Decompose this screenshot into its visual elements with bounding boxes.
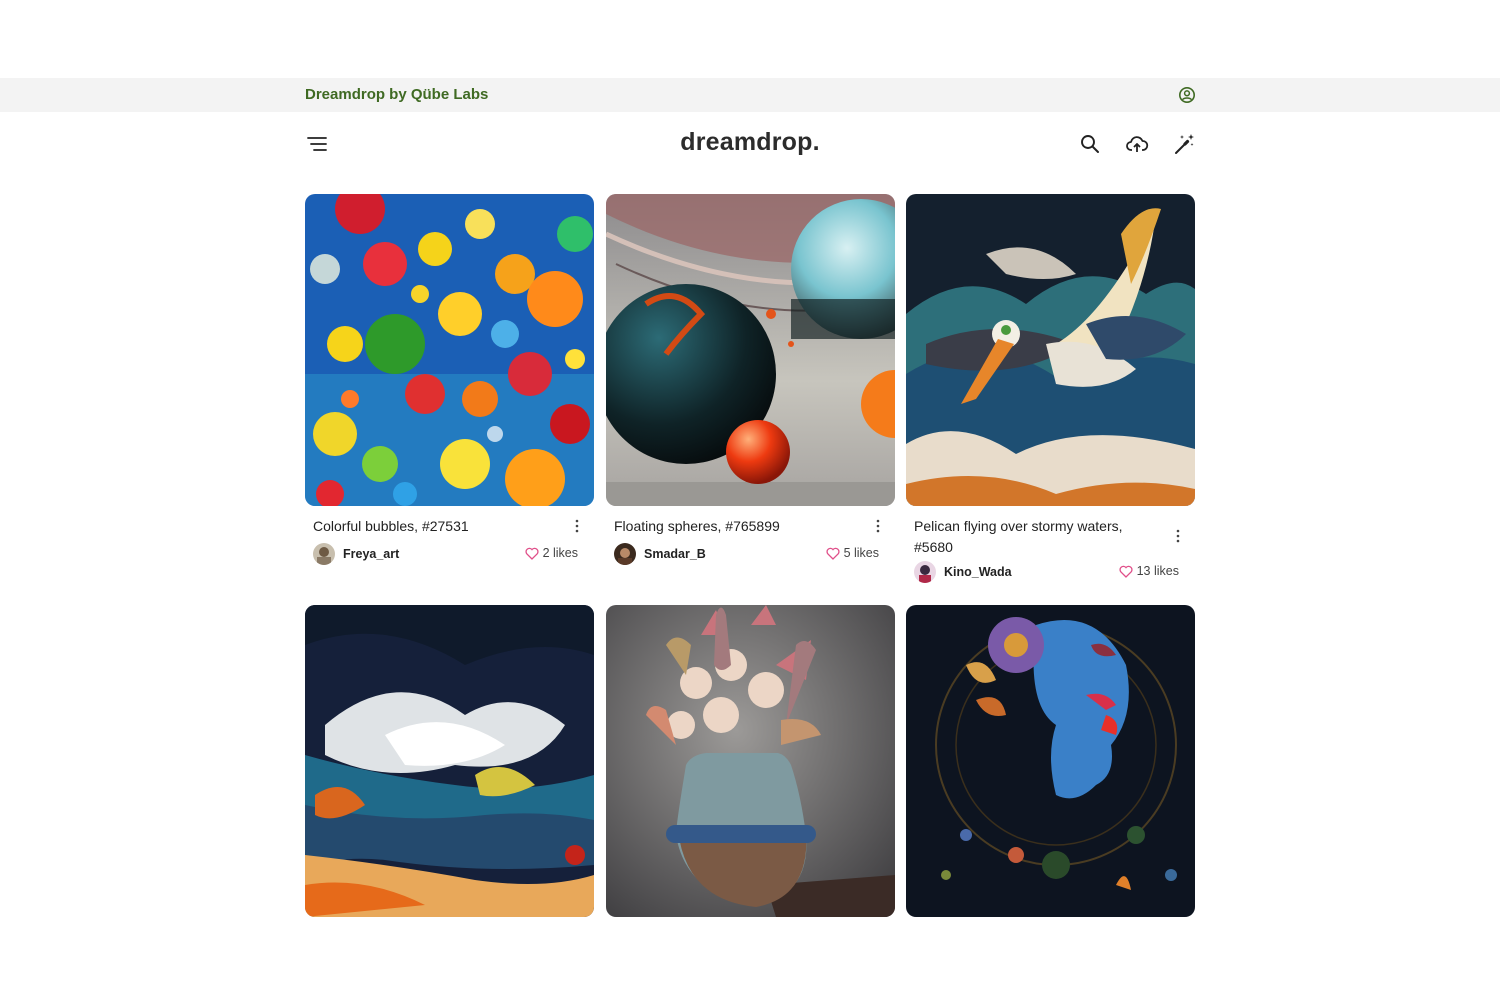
more-options-icon[interactable] xyxy=(873,518,883,534)
like-count: 5 likes xyxy=(843,546,879,560)
post-meta: Pelican flying over stormy waters, #5680… xyxy=(906,516,1195,583)
search-icon[interactable] xyxy=(1078,132,1102,156)
avatar[interactable] xyxy=(313,543,335,565)
post-meta: Floating spheres, #765899 Smadar_B 5 lik… xyxy=(606,516,895,565)
post-image[interactable] xyxy=(305,605,594,917)
username[interactable]: Freya_art xyxy=(343,547,399,561)
post-image[interactable] xyxy=(606,194,895,506)
app-header: dreamdrop. xyxy=(0,112,1500,178)
avatar[interactable] xyxy=(614,543,636,565)
username[interactable]: Smadar_B xyxy=(644,547,706,561)
post-card[interactable] xyxy=(305,605,594,917)
menu-icon[interactable] xyxy=(305,132,329,156)
like-button[interactable]: 13 likes xyxy=(1119,564,1179,578)
post-title[interactable]: Floating spheres, #765899 xyxy=(614,516,887,537)
post-image[interactable] xyxy=(305,194,594,506)
logo[interactable]: dreamdrop. xyxy=(0,128,1500,157)
top-bar: Dreamdrop by Qübe Labs xyxy=(0,78,1500,112)
post-card[interactable]: Floating spheres, #765899 Smadar_B 5 lik… xyxy=(606,194,895,565)
like-button[interactable]: 5 likes xyxy=(826,546,879,560)
heart-icon xyxy=(525,547,539,560)
like-button[interactable]: 2 likes xyxy=(525,546,578,560)
post-meta: Colorful bubbles, #27531 Freya_art 2 lik… xyxy=(305,516,594,565)
post-image[interactable] xyxy=(906,605,1195,917)
account-icon[interactable] xyxy=(1178,86,1196,104)
cloud-upload-icon[interactable] xyxy=(1125,132,1149,156)
post-title[interactable]: Colorful bubbles, #27531 xyxy=(313,516,586,537)
like-count: 13 likes xyxy=(1136,564,1179,578)
brand-link[interactable]: Dreamdrop by Qübe Labs xyxy=(305,86,488,103)
heart-icon xyxy=(826,547,840,560)
more-options-icon[interactable] xyxy=(572,518,582,534)
post-image[interactable] xyxy=(606,605,895,917)
heart-icon xyxy=(1119,565,1133,578)
magic-wand-icon[interactable] xyxy=(1172,132,1196,156)
post-card[interactable]: Colorful bubbles, #27531 Freya_art 2 lik… xyxy=(305,194,594,565)
avatar[interactable] xyxy=(914,561,936,583)
post-title[interactable]: Pelican flying over stormy waters, #5680 xyxy=(914,516,1187,558)
like-count: 2 likes xyxy=(542,546,578,560)
username[interactable]: Kino_Wada xyxy=(944,565,1012,579)
more-options-icon[interactable] xyxy=(1173,528,1183,544)
post-card[interactable]: Pelican flying over stormy waters, #5680… xyxy=(906,194,1195,583)
post-card[interactable] xyxy=(606,605,895,917)
post-card[interactable] xyxy=(906,605,1195,917)
post-image[interactable] xyxy=(906,194,1195,506)
